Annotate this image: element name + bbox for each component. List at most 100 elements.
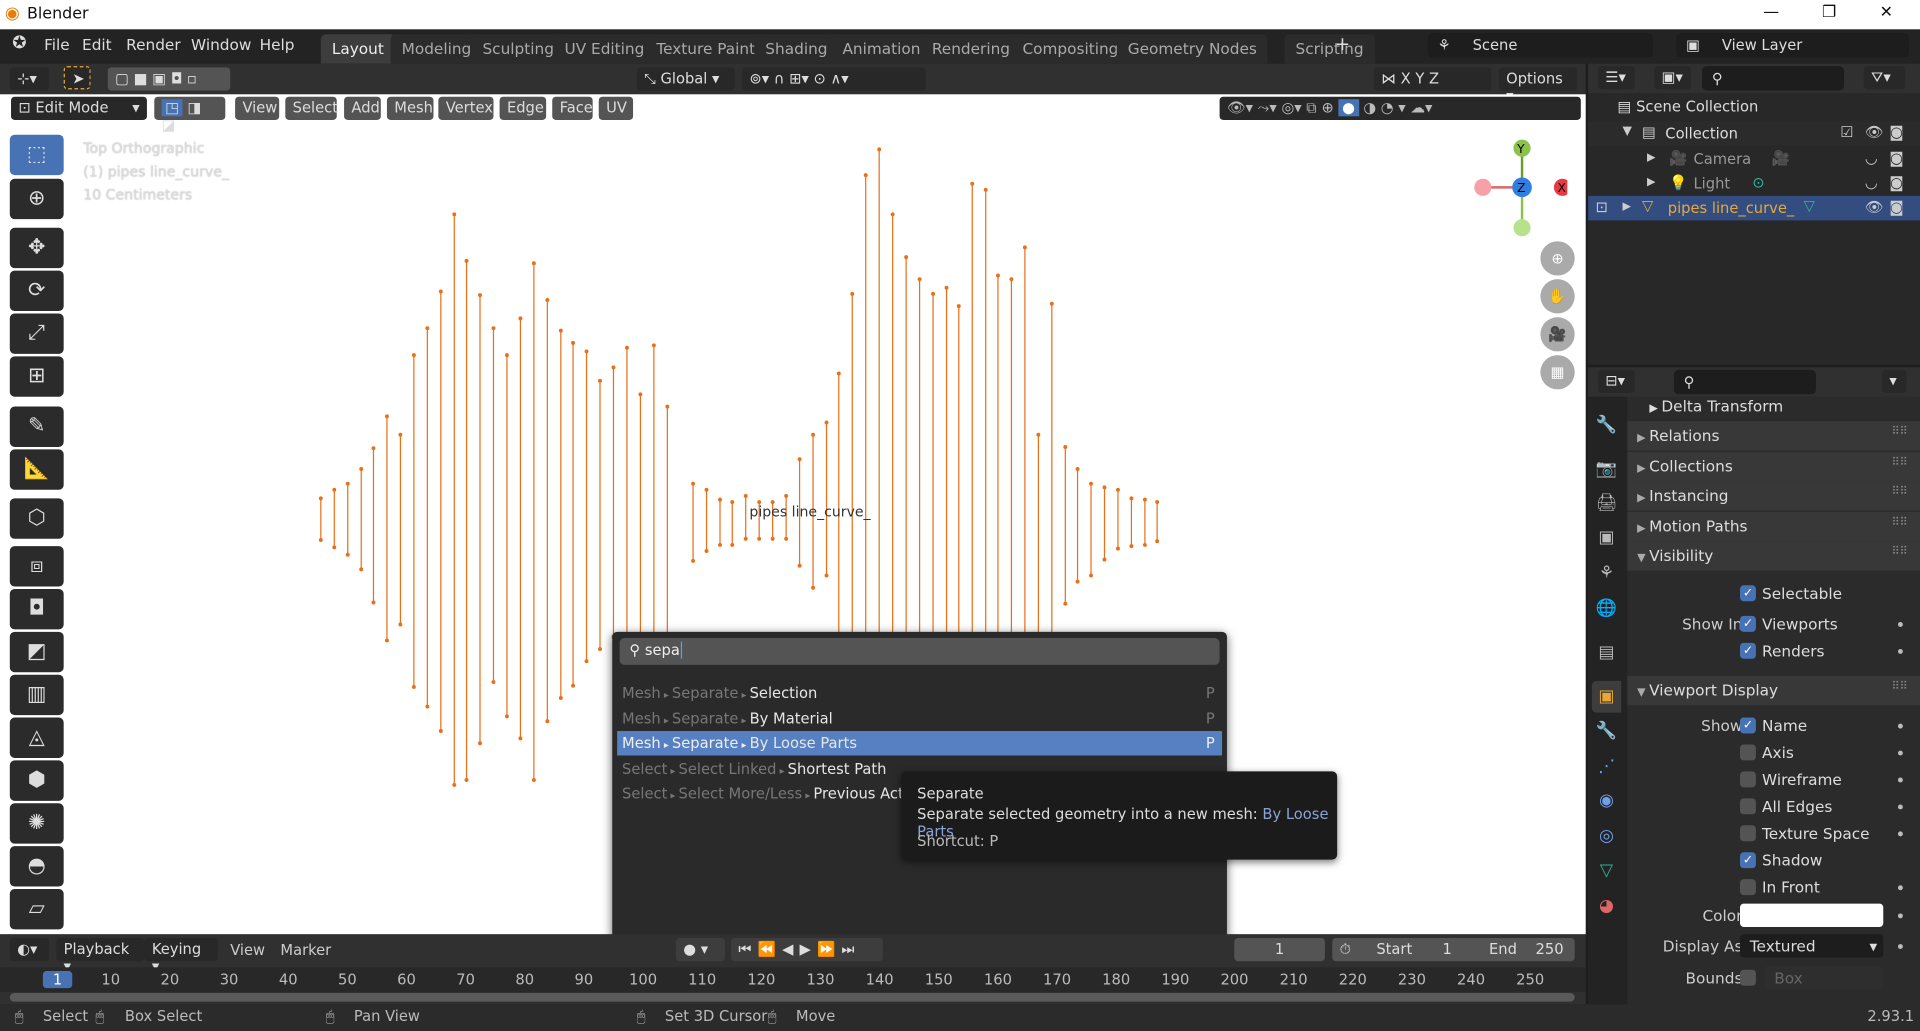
tab-layout[interactable]: Layout	[320, 34, 395, 64]
mirror-x[interactable]: X	[1401, 70, 1411, 87]
outliner-filter-icon[interactable]: ⛛▾	[1863, 66, 1906, 90]
navigation-gizmo[interactable]: Y X Z	[1469, 138, 1568, 237]
outliner-layer-filter[interactable]: ▣▾	[1654, 66, 1692, 90]
close-button[interactable]: ✕	[1880, 4, 1893, 22]
viewport-shading-controls[interactable]: 👁▾ ⤳▾ ◎▾ ⧉ ⊕ ● ◑ ◔ ▾ ☁▾	[1219, 96, 1581, 121]
bounds-type-dropdown[interactable]: Box	[1764, 966, 1884, 990]
tab-modeling[interactable]: Modeling	[390, 34, 483, 64]
timeline-scrollbar[interactable]	[9, 993, 1575, 1002]
checkbox-row[interactable]: Axis	[1627, 738, 1920, 767]
add-workspace-button[interactable]: +	[1335, 33, 1350, 55]
record-button[interactable]: ● ▾	[675, 937, 725, 962]
keyframe-dot-icon[interactable]	[1897, 777, 1903, 783]
material-icon[interactable]: ◕	[1592, 890, 1621, 922]
scene-collection[interactable]: ▤ Scene Collection	[1618, 98, 1759, 115]
tab-sculpting[interactable]: Sculpting	[471, 34, 565, 64]
drag-handle-icon[interactable]: ⠿⠿	[1892, 426, 1908, 438]
keyframe-dot-icon[interactable]	[1897, 723, 1903, 729]
drag-handle-icon[interactable]: ⠿⠿	[1892, 456, 1908, 468]
scene-icon[interactable]: ⚘	[1592, 557, 1621, 589]
cursor-icon[interactable]: ⊕	[9, 178, 64, 220]
tool-icon[interactable]: 🔧	[1592, 409, 1621, 441]
drag-handle-icon[interactable]: ⠿⠿	[1892, 486, 1908, 498]
menu-help[interactable]: Help	[260, 36, 295, 54]
eye-hidden-icon[interactable]: ◡	[1865, 174, 1878, 191]
search-input[interactable]: ⚲ sepa	[619, 637, 1220, 665]
checkbox[interactable]: ✓	[1740, 642, 1756, 659]
bounds-checkbox[interactable]	[1740, 969, 1756, 986]
mesh-data-icon[interactable]: ▽	[1592, 855, 1621, 887]
checkbox[interactable]	[1740, 798, 1756, 815]
pan-hand-icon[interactable]: ✋	[1540, 279, 1575, 314]
annotate-icon[interactable]: ✎	[9, 406, 64, 447]
menu-view[interactable]: View	[235, 96, 280, 121]
menu-edit[interactable]: Edit	[82, 36, 112, 54]
menu-file[interactable]: File	[44, 36, 70, 54]
exclude-checkbox[interactable]: ☑	[1840, 124, 1853, 141]
menu-window[interactable]: Window	[191, 36, 251, 54]
shear-icon[interactable]: ▱	[9, 888, 64, 930]
zoom-icon[interactable]: ⊕	[1540, 241, 1575, 276]
keyframe-dot-icon[interactable]	[1897, 885, 1903, 891]
object-icon[interactable]: ▣	[1591, 680, 1622, 713]
menu-uv[interactable]: UV	[598, 96, 634, 121]
rotate-icon[interactable]: ⟳	[9, 270, 64, 312]
tab-geometry-nodes[interactable]: Geometry Nodes	[1116, 34, 1268, 64]
checkbox[interactable]	[1740, 744, 1756, 761]
tab-texture-paint[interactable]: Texture Paint	[645, 34, 767, 64]
tab-compositing[interactable]: Compositing	[1011, 34, 1130, 64]
eye-icon[interactable]: 👁	[1865, 124, 1884, 141]
editor-type-button[interactable]: ⊹▾	[9, 67, 49, 91]
snapping-tools[interactable]: ⊚▾ ∩ ⊞▾ ⊙ ∧▾	[742, 67, 926, 91]
tab-uv-editing[interactable]: UV Editing	[553, 34, 656, 64]
drag-handle-icon[interactable]: ⠿⠿	[1892, 546, 1908, 558]
checkbox[interactable]	[1740, 771, 1756, 788]
blender-menu-icon[interactable]: ✪	[12, 33, 26, 53]
select-tool-icon[interactable]: ➤	[63, 66, 91, 90]
render-icon[interactable]: 📷	[1592, 453, 1621, 485]
menu-edge[interactable]: Edge	[499, 96, 547, 121]
panel-motion-paths[interactable]: ▶ Motion Paths ⠿⠿	[1627, 511, 1920, 541]
checkbox-row[interactable]: All Edges	[1627, 792, 1920, 821]
checkbox-row[interactable]: In Front	[1627, 873, 1920, 902]
camera-render-icon[interactable]: ◙	[1889, 149, 1903, 166]
modifier-icon[interactable]: 🔧	[1592, 715, 1621, 747]
measure-icon[interactable]: 📐	[9, 449, 64, 490]
camera-render-icon[interactable]: ◙	[1889, 124, 1903, 141]
mirror-z[interactable]: Z	[1429, 70, 1439, 87]
eye-hidden-icon[interactable]: ◡	[1865, 149, 1878, 166]
panel-viewport-display[interactable]: ▼ Viewport Display ⠿⠿	[1627, 675, 1920, 706]
keyframe-dot-icon[interactable]	[1897, 944, 1903, 949]
checkbox-row[interactable]: ✓ Shadow	[1627, 846, 1920, 875]
poly-build-icon[interactable]: ⬢	[9, 760, 64, 801]
scale-icon[interactable]: ⤢	[9, 313, 64, 354]
end-frame-field[interactable]: 250	[1536, 940, 1564, 957]
gizmo-neg-x-axis[interactable]	[1474, 178, 1492, 196]
loop-cut-icon[interactable]: ▥	[9, 674, 64, 716]
playback-controls[interactable]: ⏮⏪◀▶⏩⏭	[731, 937, 883, 962]
checkbox[interactable]	[1740, 879, 1756, 896]
physics-icon[interactable]: ◉	[1592, 785, 1621, 817]
minimize-button[interactable]: —	[1763, 4, 1779, 22]
camera-render-icon[interactable]: ◙	[1889, 174, 1903, 191]
keyframe-dot-icon[interactable]	[1897, 831, 1903, 837]
playback-menu[interactable]: Playback ▾	[56, 937, 145, 975]
smooth-icon[interactable]: ◓	[9, 846, 64, 887]
transform-icon[interactable]: ⊞	[9, 356, 64, 397]
properties-search-input[interactable]: ⚲	[1673, 369, 1816, 395]
outliner-row-pipes[interactable]: ⊡ ▶ ▽ pipes line_curve_ ▽ 👁 ◙	[1588, 195, 1920, 221]
spin-icon[interactable]: ✺	[9, 803, 64, 844]
checkbox[interactable]: ✓	[1740, 615, 1756, 632]
selection-mode-buttons[interactable]: ▢ ■ ▣ ◘ ▫	[107, 67, 231, 91]
checkbox-row[interactable]: ✓ Renders	[1627, 637, 1920, 666]
checkbox[interactable]: ✓	[1740, 717, 1756, 734]
mesh-data-icon[interactable]: ▽	[1804, 197, 1815, 214]
checkbox-row[interactable]: Texture Space	[1627, 819, 1920, 848]
scene-selector[interactable]: ⚘ Scene	[1427, 33, 1654, 58]
tab-scripting[interactable]: Scripting	[1284, 34, 1375, 64]
timeline-view-menu[interactable]: View	[230, 942, 265, 959]
checkbox[interactable]: ✓	[1740, 852, 1756, 869]
world-icon[interactable]: 🌐	[1592, 593, 1621, 625]
menu-add[interactable]: Add	[344, 96, 381, 121]
search-result-item[interactable]: Mesh ▸ Separate ▸ Selection P	[617, 681, 1222, 705]
